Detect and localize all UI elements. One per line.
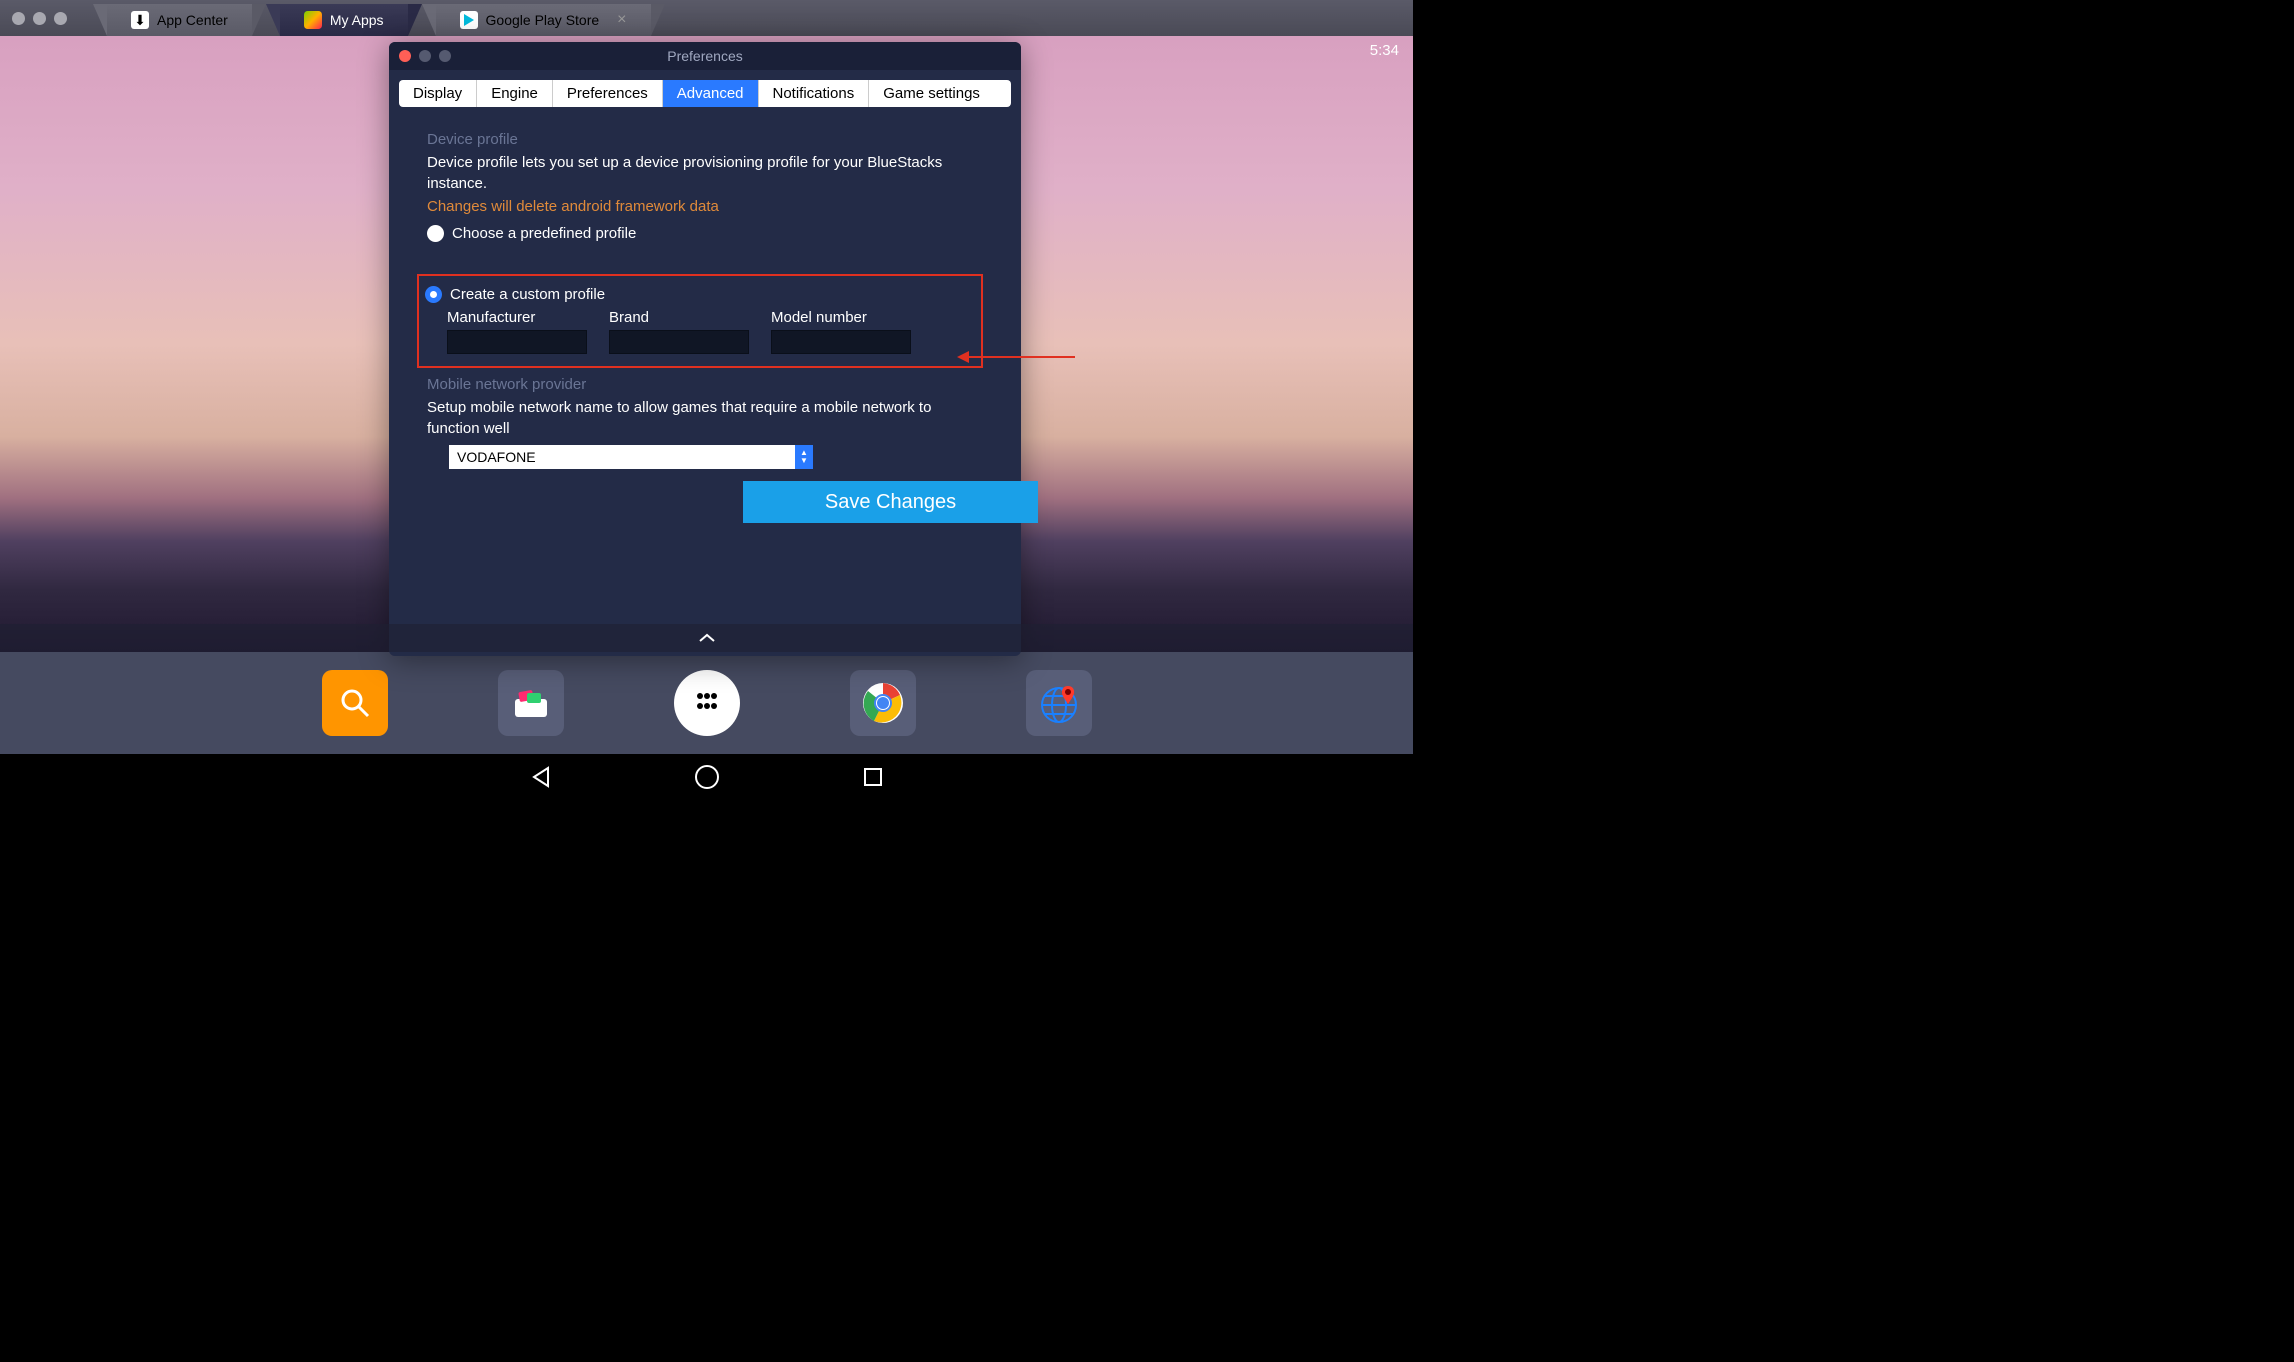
dock-search-button[interactable] xyxy=(322,670,388,736)
select-value: VODAFONE xyxy=(457,449,536,465)
device-profile-warning: Changes will delete android framework da… xyxy=(427,198,983,215)
radio-predefined-profile[interactable] xyxy=(427,225,444,242)
android-back-button[interactable] xyxy=(528,764,554,790)
network-provider-select[interactable]: VODAFONE ▲▼ xyxy=(449,445,813,469)
mobile-network-desc: Setup mobile network name to allow games… xyxy=(427,397,983,439)
bluestacks-icon xyxy=(304,11,322,29)
radio-custom-label: Create a custom profile xyxy=(450,286,605,303)
tab-notifications[interactable]: Notifications xyxy=(759,80,870,107)
brand-input[interactable] xyxy=(609,330,749,354)
manufacturer-label: Manufacturer xyxy=(447,309,587,326)
radio-custom-profile[interactable] xyxy=(425,286,442,303)
preferences-tabbar: Display Engine Preferences Advanced Noti… xyxy=(399,80,1011,107)
tab-my-apps[interactable]: My Apps xyxy=(280,4,408,36)
dock-maps-button[interactable] xyxy=(1026,670,1092,736)
android-recents-button[interactable] xyxy=(860,764,886,790)
tab-label: My Apps xyxy=(330,12,384,28)
brand-label: Brand xyxy=(609,309,749,326)
preferences-window: Preferences Display Engine Preferences A… xyxy=(389,42,1021,656)
tab-engine[interactable]: Engine xyxy=(477,80,553,107)
tab-display[interactable]: Display xyxy=(399,80,477,107)
tab-label: App Center xyxy=(157,12,228,28)
tab-preferences[interactable]: Preferences xyxy=(553,80,663,107)
mac-close-icon[interactable] xyxy=(12,12,25,25)
dock-chrome-button[interactable] xyxy=(850,670,916,736)
tab-google-play[interactable]: Google Play Store × xyxy=(436,4,651,36)
custom-profile-highlight: Create a custom profile Manufacturer Bra… xyxy=(417,274,983,368)
device-profile-desc: Device profile lets you set up a device … xyxy=(427,152,983,194)
manufacturer-input[interactable] xyxy=(447,330,587,354)
android-home-button[interactable] xyxy=(694,764,720,790)
tab-game-settings[interactable]: Game settings xyxy=(869,80,994,107)
mac-minimize-icon[interactable] xyxy=(33,12,46,25)
mac-zoom-icon[interactable] xyxy=(54,12,67,25)
device-profile-heading: Device profile xyxy=(427,131,983,148)
mobile-network-heading: Mobile network provider xyxy=(427,376,983,393)
dock-app-drawer-button[interactable] xyxy=(674,670,740,736)
tab-app-center[interactable]: ⬇ App Center xyxy=(107,4,252,36)
close-icon[interactable]: × xyxy=(617,11,626,29)
dock-system-apps-button[interactable] xyxy=(498,670,564,736)
radio-predefined-label: Choose a predefined profile xyxy=(452,225,636,242)
model-number-label: Model number xyxy=(771,309,911,326)
select-arrows-icon: ▲▼ xyxy=(795,445,813,469)
tab-label: Google Play Store xyxy=(486,12,600,28)
app-center-icon: ⬇ xyxy=(131,11,149,29)
expand-up-button[interactable] xyxy=(0,624,1413,652)
status-clock: 5:34 xyxy=(1370,42,1399,59)
window-title: Preferences xyxy=(389,48,1021,64)
model-number-input[interactable] xyxy=(771,330,911,354)
play-store-icon xyxy=(460,11,478,29)
annotation-arrow xyxy=(965,356,1075,358)
save-changes-button[interactable]: Save Changes xyxy=(743,481,1038,523)
tab-advanced[interactable]: Advanced xyxy=(663,80,759,107)
